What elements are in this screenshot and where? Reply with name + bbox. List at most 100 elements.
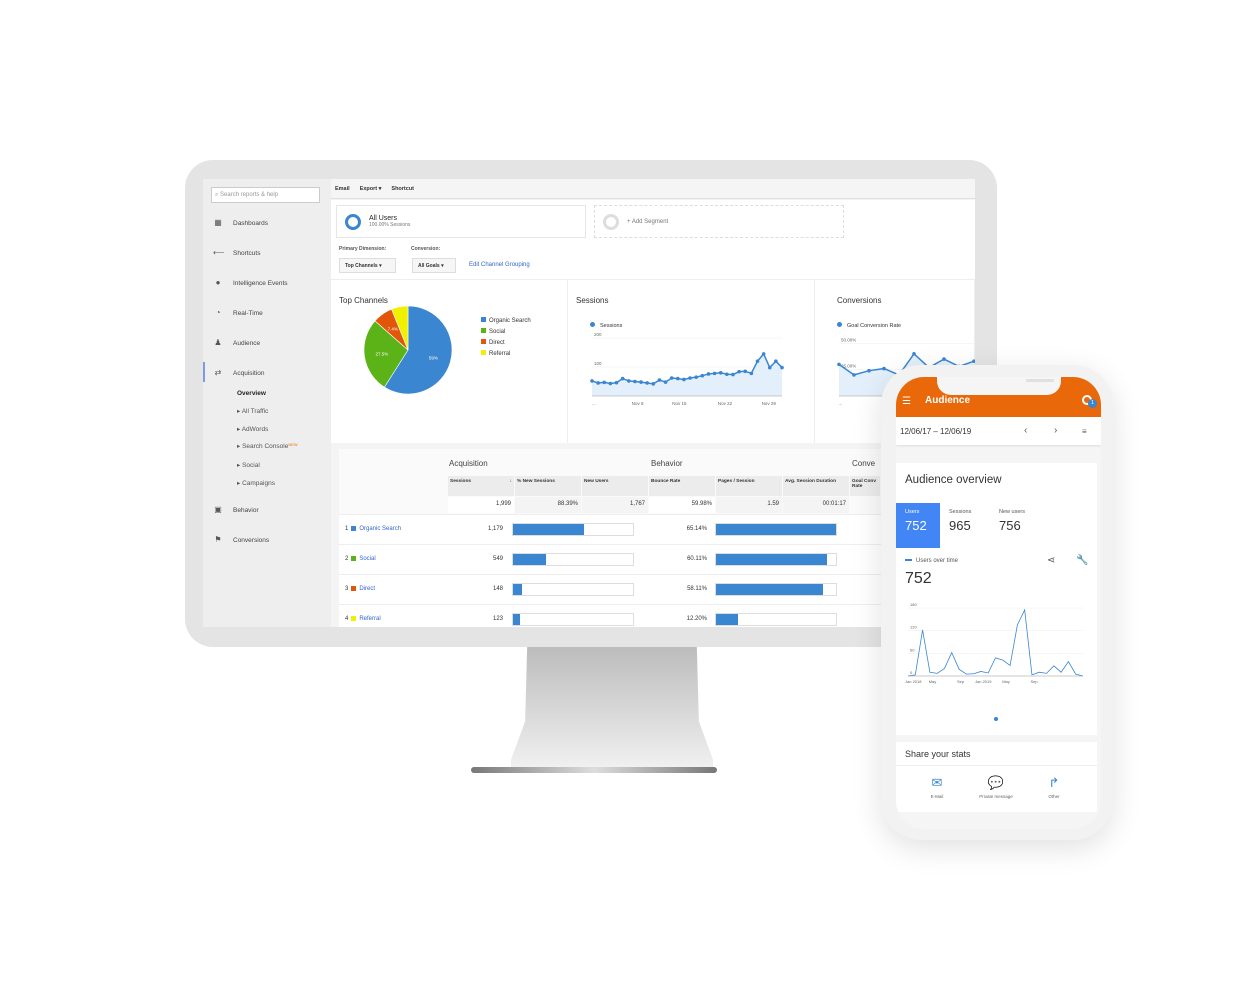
bounce-bar-fill	[716, 614, 739, 625]
data-point	[700, 373, 705, 378]
sidebar-item-real-time[interactable]: ◔ Real-Time	[213, 309, 263, 317]
segment-bar: All Users 100.00% Sessions + Add Segment …	[331, 200, 975, 286]
data-point	[780, 365, 784, 370]
subitem-adwords[interactable]: ▸ AdWords	[237, 425, 268, 433]
channel-link[interactable]: 2 Social	[345, 556, 376, 562]
data-point	[755, 359, 760, 363]
sessions-bar-fill	[513, 584, 522, 595]
bounce-bar-fill	[716, 554, 827, 565]
data-point	[718, 371, 723, 375]
shortcut-button[interactable]: Shortcut	[391, 186, 414, 192]
series-line	[907, 608, 1084, 677]
legend-swatch	[481, 328, 486, 333]
metric-users[interactable]: Users 752	[896, 503, 940, 548]
y-tick-label: 120	[910, 625, 917, 630]
legend-label: Organic Search	[489, 318, 531, 324]
monitor-stand	[511, 647, 713, 767]
sidebar-item-audience[interactable]: ♟ Audience	[213, 339, 260, 347]
users-over-time-chart: 0 60 120 180 Jan 2018 May Sep Jan 2019 May Sep	[905, 602, 1084, 684]
col-new-users[interactable]: New Users	[582, 476, 648, 496]
col-goal-conv-rate[interactable]: Goal Conv Rate	[850, 476, 880, 496]
app-title: Audience	[925, 395, 971, 406]
pie-slice-label: 59%	[429, 355, 438, 360]
analytics-desktop-screen: ⌕ Search reports & help ▦ Dashboards ⟵ Sho…	[203, 179, 975, 627]
col-bounce-rate[interactable]: Bounce Rate	[649, 476, 715, 496]
chevron-right-icon[interactable]: ›	[1054, 425, 1057, 436]
sidebar-item-dashboards[interactable]: ▦ Dashboards	[213, 219, 268, 227]
sessions-bar	[512, 583, 634, 596]
app-bar: ☰ Audience 1	[896, 377, 1101, 417]
bounce-rate-value: 58.11%	[687, 586, 707, 592]
date-range[interactable]: 12/06/17 – 12/06/19	[900, 427, 971, 436]
col-avg-duration[interactable]: Avg. Session Duration	[783, 476, 849, 496]
metric-sessions[interactable]: Sessions 965	[940, 503, 990, 548]
channel-link[interactable]: 3 Direct	[345, 586, 375, 592]
subitem-all-traffic[interactable]: ▸ All Traffic	[237, 407, 268, 415]
email-button[interactable]: Email	[335, 186, 350, 192]
data-point	[663, 380, 668, 384]
sessions-bar	[512, 523, 634, 536]
sidebar-item-shortcuts[interactable]: ⟵ Shortcuts	[213, 249, 260, 257]
segment-all-users[interactable]: All Users 100.00% Sessions	[336, 205, 586, 238]
bounce-rate-value: 60.11%	[687, 556, 707, 562]
col-pages-session[interactable]: Pages / Session	[716, 476, 782, 496]
share-icon[interactable]: ⋖	[1047, 555, 1055, 566]
overview-title: Audience overview	[905, 474, 1002, 486]
sessions-value: 123	[492, 616, 503, 622]
table-row: 2 Social 549 60.11%	[339, 544, 975, 574]
conversions-legend: Goal Conversion Rate	[837, 322, 901, 329]
sidebar-item-intelligence-events[interactable]: ● Intelligence Events	[213, 279, 288, 287]
col-new-sessions[interactable]: % New Sessions	[515, 476, 581, 496]
data-point	[608, 381, 613, 386]
data-point	[837, 362, 841, 367]
top-channels-card: Top Channels 59% 27.5% 7.4% Organic Search S…	[331, 280, 568, 443]
sidebar-item-behavior[interactable]: ▣ Behavior	[213, 506, 258, 514]
filter-icon[interactable]: ≡	[1082, 427, 1087, 436]
subitem-social[interactable]: ▸ Social	[237, 461, 260, 469]
bounce-bar	[715, 523, 837, 536]
legend-label: Referral	[489, 351, 510, 357]
share-private-message-button[interactable]: 💬 Private message	[966, 775, 1026, 799]
search-input[interactable]: ⌕ Search reports & help	[211, 187, 320, 203]
primary-dimension-dropdown[interactable]: Top Channels ▾	[339, 258, 396, 273]
toolbar: Email Export ▾ Shortcut	[331, 179, 975, 199]
table-row: 1 Organic Search 1,179 65.14%	[339, 514, 975, 544]
share-email-button[interactable]: ✉ E-Mail	[907, 775, 967, 799]
channel-link[interactable]: 4 Referral	[345, 616, 381, 622]
wrench-icon[interactable]: 🔧	[1076, 555, 1088, 566]
chevron-left-icon[interactable]: ‹	[1024, 425, 1027, 436]
total-avg-duration: 00:01:17	[783, 497, 849, 513]
col-sessions[interactable]: Sessions ↓	[448, 476, 514, 496]
audience-overview-card: Audience overview Users 752 Sessions 965 N…	[896, 463, 1097, 735]
group-behavior: Behavior	[651, 459, 683, 468]
x-tick-label: Sep	[1030, 679, 1038, 684]
data-point	[882, 366, 886, 371]
x-tick-label: Jan 2018	[905, 679, 922, 684]
add-segment-button[interactable]: + Add Segment	[594, 205, 844, 238]
data-point	[737, 369, 741, 374]
conversion-dropdown[interactable]: All Goals ▾	[412, 258, 456, 273]
data-point	[731, 372, 735, 377]
shortcut-arrows-icon: ⟵	[213, 248, 225, 257]
sidebar-item-conversions[interactable]: ⚑ Conversions	[213, 536, 269, 544]
export-button[interactable]: Export ▾	[360, 186, 382, 192]
subitem-campaigns[interactable]: ▸ Campaigns	[237, 479, 275, 487]
empty-ring-icon	[603, 213, 619, 230]
metric-new-users[interactable]: New users 756	[990, 503, 1050, 548]
channel-color-swatch	[351, 616, 357, 621]
legend-swatch	[481, 350, 486, 355]
total-sessions: 1,999	[448, 497, 514, 513]
subitem-search-console[interactable]: ▸ Search ConsoleNEW	[237, 442, 298, 450]
grid-icon: ▦	[214, 218, 222, 227]
subitem-overview[interactable]: Overview	[237, 390, 266, 397]
sidebar-item-acquisition[interactable]: ⇄ Acquisition	[213, 369, 265, 377]
channel-link[interactable]: 1 Organic Search	[345, 526, 401, 532]
share-other-button[interactable]: ↱ Other	[1024, 775, 1084, 799]
sessions-bar-fill	[513, 554, 546, 565]
data-point	[676, 376, 680, 381]
menu-icon[interactable]: ☰	[902, 396, 911, 407]
x-tick-label: May	[929, 679, 937, 684]
new-badge: NEW	[288, 442, 298, 447]
edit-channel-grouping-link[interactable]: Edit Channel Grouping	[469, 262, 530, 268]
active-indicator	[203, 362, 205, 382]
